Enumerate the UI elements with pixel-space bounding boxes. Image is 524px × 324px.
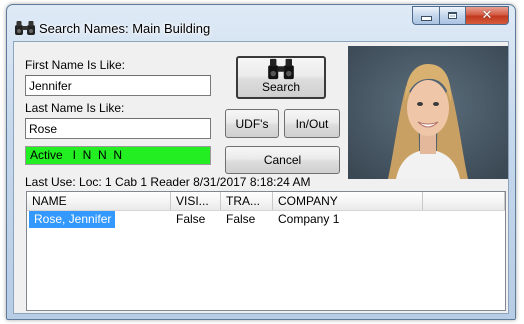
row-tra-cell: False — [226, 212, 256, 226]
title-bar[interactable]: Search Names: Main Building ✕ — [7, 5, 515, 39]
udfs-button[interactable]: UDF's — [225, 109, 279, 138]
person-photo — [348, 46, 508, 179]
maximize-icon — [448, 12, 457, 19]
in-out-button[interactable]: In/Out — [284, 109, 340, 138]
binoculars-icon — [268, 58, 294, 80]
column-header-visitor[interactable]: VISI... — [171, 192, 221, 210]
maximize-button[interactable] — [439, 6, 465, 25]
results-header: NAME VISI... TRA... COMPANY — [27, 192, 505, 211]
column-header-empty — [423, 192, 505, 210]
window-controls: ✕ — [412, 6, 509, 25]
minimize-button[interactable] — [412, 6, 439, 25]
first-name-label: First Name Is Like: — [25, 58, 126, 72]
column-header-tra[interactable]: TRA... — [221, 192, 273, 210]
search-button-label: Search — [261, 80, 301, 94]
last-name-input[interactable] — [25, 118, 211, 139]
column-header-company[interactable]: COMPANY — [273, 192, 423, 210]
last-name-label: Last Name Is Like: — [25, 101, 125, 115]
last-use-info: Last Use: Loc: 1 Cab 1 Reader 8/31/2017 … — [25, 175, 311, 189]
row-name-cell[interactable]: Rose, Jennifer — [29, 211, 116, 228]
column-header-name[interactable]: NAME — [27, 192, 171, 210]
minimize-icon — [420, 16, 432, 21]
first-name-input[interactable] — [25, 75, 211, 96]
cancel-button[interactable]: Cancel — [225, 146, 340, 174]
dialog-body: First Name Is Like: Last Name Is Like: A… — [13, 41, 509, 314]
binoculars-icon — [15, 21, 35, 35]
status-badge: Active I N N N — [25, 146, 211, 165]
close-button[interactable]: ✕ — [465, 6, 509, 25]
portrait-image — [348, 46, 508, 179]
results-list[interactable]: NAME VISI... TRA... COMPANY Rose, Jennif… — [26, 191, 506, 311]
row-visitor-cell: False — [176, 212, 206, 226]
row-company-cell: Company 1 — [278, 212, 340, 226]
search-button[interactable]: Search — [236, 56, 326, 99]
table-row[interactable]: Rose, Jennifer False False Company 1 — [27, 211, 505, 228]
close-icon: ✕ — [481, 8, 493, 23]
window-title: Search Names: Main Building — [39, 21, 211, 36]
search-names-window: Search Names: Main Building ✕ First Name… — [6, 4, 516, 320]
